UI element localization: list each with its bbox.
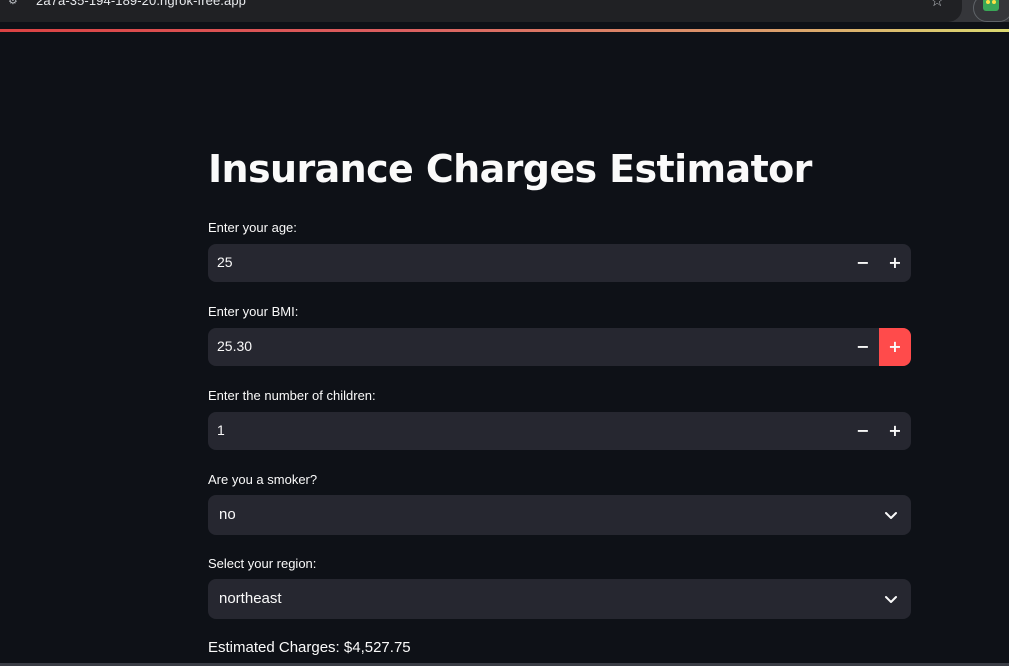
bmi-increment-button[interactable]: + <box>879 328 911 366</box>
smoker-selected-value: no <box>219 506 236 523</box>
region-label: Select your region: <box>208 556 317 571</box>
age-label: Enter your age: <box>208 220 297 235</box>
region-select[interactable]: northeast <box>208 579 911 619</box>
app-header-decoration <box>0 29 1009 32</box>
bmi-value[interactable]: 25.30 <box>217 338 252 354</box>
age-increment-button[interactable]: + <box>879 244 911 282</box>
age-decrement-button[interactable]: − <box>847 244 879 282</box>
bookmark-star-icon[interactable]: ☆ <box>930 0 944 9</box>
smoker-label: Are you a smoker? <box>208 472 318 487</box>
address-bar[interactable]: ⚙ 2a7a-35-194-189-20.ngrok-free.app ☆ <box>0 0 962 22</box>
chevron-down-icon[interactable] <box>883 591 899 607</box>
age-value[interactable]: 25 <box>217 254 233 270</box>
children-input[interactable]: 1 − + <box>208 412 911 450</box>
bmi-label: Enter your BMI: <box>208 304 299 319</box>
children-increment-button[interactable]: + <box>879 412 911 450</box>
children-value[interactable]: 1 <box>217 422 225 438</box>
site-settings-icon[interactable]: ⚙ <box>8 0 22 8</box>
bmi-input[interactable]: 25.30 − + <box>208 328 911 366</box>
bmi-decrement-button[interactable]: − <box>847 328 879 366</box>
page-title: Insurance Charges Estimator <box>208 147 812 191</box>
browser-bar: ⚙ 2a7a-35-194-189-20.ngrok-free.app ☆ <box>0 0 1009 22</box>
children-label: Enter the number of children: <box>208 388 376 403</box>
chevron-down-icon[interactable] <box>883 507 899 523</box>
children-decrement-button[interactable]: − <box>847 412 879 450</box>
extension-button[interactable] <box>973 0 1009 22</box>
smoker-select[interactable]: no <box>208 495 911 535</box>
age-input[interactable]: 25 − + <box>208 244 911 282</box>
estimated-charges-text: Estimated Charges: $4,527.75 <box>208 639 411 656</box>
extension-icon <box>983 0 999 11</box>
region-selected-value: northeast <box>219 590 282 607</box>
url-text[interactable]: 2a7a-35-194-189-20.ngrok-free.app <box>36 0 246 8</box>
